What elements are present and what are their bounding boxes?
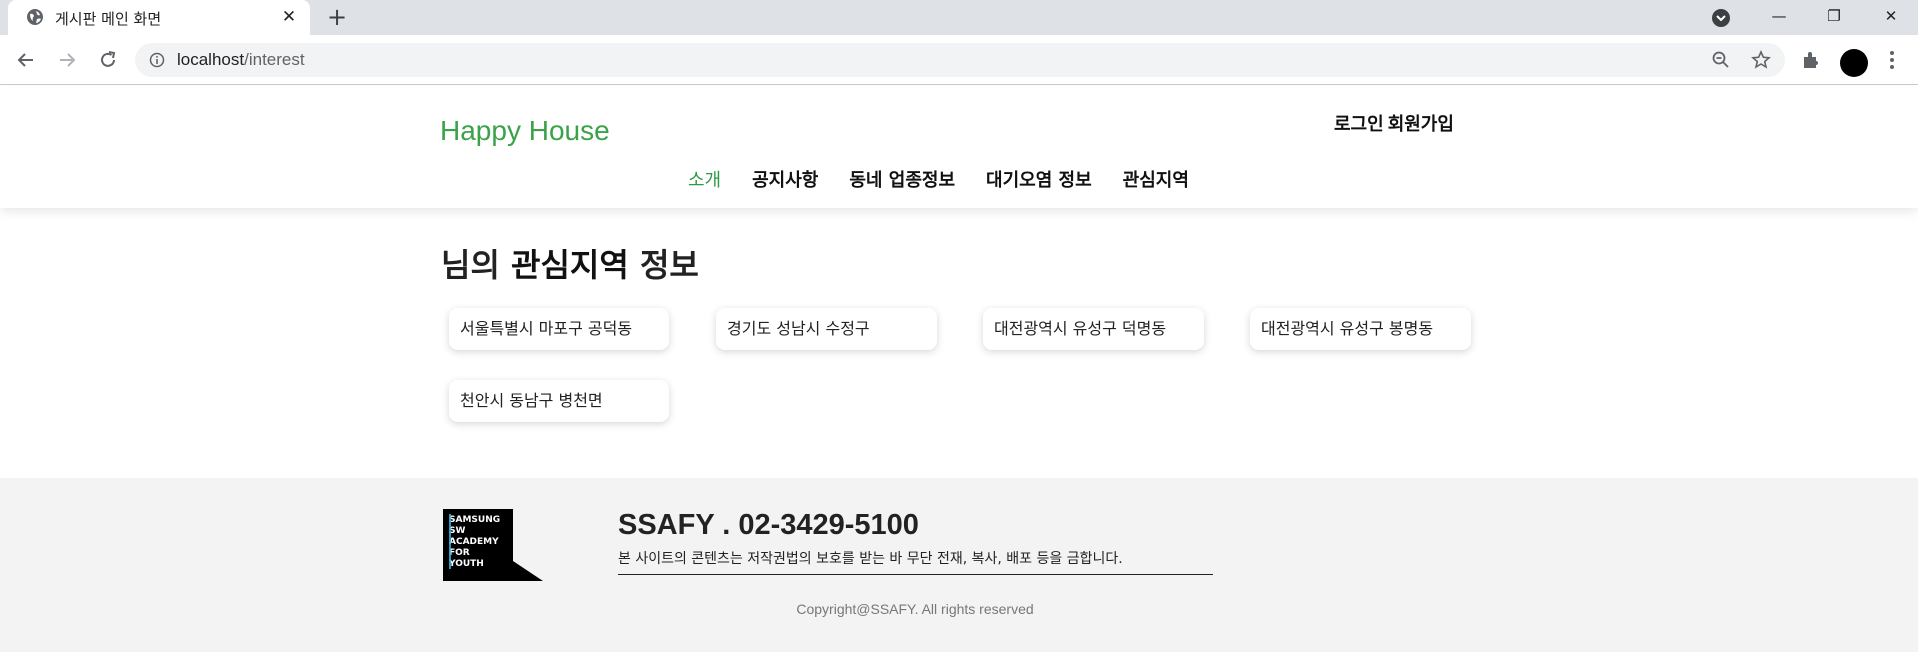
reload-icon[interactable] xyxy=(96,48,120,72)
url-text[interactable]: localhost/interest xyxy=(177,50,305,70)
region-card[interactable]: 천안시 동남구 병천면 xyxy=(449,380,669,422)
site-footer: SAMSUNG SW ACADEMY FOR YOUTH SSAFY . 02-… xyxy=(0,478,1918,652)
logo-line: FOR xyxy=(449,548,470,558)
site-logo[interactable]: Happy House xyxy=(440,115,610,147)
url-host: localhost xyxy=(177,50,245,69)
more-menu-icon[interactable] xyxy=(1880,48,1904,72)
footer-phone: SSAFY . 02-3429-5100 xyxy=(618,509,919,541)
address-bar[interactable]: localhost/interest xyxy=(135,43,1785,77)
info-icon[interactable] xyxy=(149,52,165,68)
region-card[interactable]: 대전광역시 유성구 덕명동 xyxy=(983,308,1204,350)
ssafy-logo: SAMSUNG SW ACADEMY FOR YOUTH xyxy=(443,509,543,581)
url-path: /interest xyxy=(244,50,305,69)
footer-notice: 본 사이트의 콘텐츠는 저작권법의 보호를 받는 바 무단 전재, 복사, 배포… xyxy=(618,548,1213,575)
new-tab-button[interactable]: + xyxy=(326,5,348,29)
title-bold: 관심지역 xyxy=(511,246,629,284)
svg-text:YOUTH: YOUTH xyxy=(448,559,484,569)
maximize-button[interactable]: ❐ xyxy=(1811,4,1857,28)
zoom-icon[interactable] xyxy=(1711,50,1731,70)
title-suffix: 정보 xyxy=(639,246,699,284)
signup-link[interactable]: 회원가입 xyxy=(1388,114,1454,135)
login-link[interactable]: 로그인 xyxy=(1334,114,1384,135)
browser-tab[interactable]: 게시판 메인 화면 ✕ xyxy=(8,0,310,35)
nav-item-interest-area[interactable]: 관심지역 xyxy=(1123,166,1189,192)
nav-item-notice[interactable]: 공지사항 xyxy=(752,166,818,192)
nav-item-business-info[interactable]: 동네 업종정보 xyxy=(849,166,955,192)
logo-line: ACADEMY xyxy=(449,537,499,547)
tab-title: 게시판 메인 화면 xyxy=(55,10,162,28)
region-card[interactable]: 경기도 성남시 수정구 xyxy=(716,308,937,350)
profile-avatar[interactable] xyxy=(1840,49,1868,77)
tab-search-icon[interactable] xyxy=(1712,9,1730,27)
title-prefix: 님의 xyxy=(441,246,500,284)
auth-links: 로그인 회원가입 xyxy=(1334,110,1458,136)
region-card[interactable]: 서울특별시 마포구 공덕동 xyxy=(449,308,669,350)
browser-tabstrip: 게시판 메인 화면 ✕ + — ❐ ✕ xyxy=(0,0,1918,35)
logo-line: SAMSUNG xyxy=(449,515,500,525)
browser-toolbar: localhost/interest xyxy=(0,35,1918,85)
forward-arrow-icon[interactable] xyxy=(55,48,79,72)
main-nav: 소개 공지사항 동네 업종정보 대기오염 정보 관심지역 xyxy=(688,166,1189,192)
extensions-icon[interactable] xyxy=(1800,48,1824,72)
svg-text:ACADEMY: ACADEMY xyxy=(449,537,499,547)
svg-text:SW: SW xyxy=(449,526,465,536)
bookmark-star-icon[interactable] xyxy=(1751,50,1771,70)
close-tab-icon[interactable]: ✕ xyxy=(280,8,298,26)
logo-line: SW xyxy=(449,526,465,536)
site-header: Happy House 로그인 회원가입 소개 공지사항 동네 업종정보 대기오염… xyxy=(0,86,1918,208)
globe-icon xyxy=(27,9,43,25)
back-arrow-icon[interactable] xyxy=(14,48,38,72)
copyright: Copyright@SSAFY. All rights reserved xyxy=(796,601,1034,617)
page-title: 님의 관심지역 정보 xyxy=(441,240,699,286)
minimize-button[interactable]: — xyxy=(1756,4,1802,28)
region-card[interactable]: 대전광역시 유성구 봉명동 xyxy=(1250,308,1471,350)
svg-text:FOR: FOR xyxy=(449,548,470,558)
svg-text:SAMSUNG: SAMSUNG xyxy=(449,515,500,525)
logo-line: YOUTH xyxy=(448,559,484,569)
close-window-button[interactable]: ✕ xyxy=(1868,4,1914,28)
nav-item-intro[interactable]: 소개 xyxy=(688,166,721,192)
nav-item-air-pollution[interactable]: 대기오염 정보 xyxy=(986,166,1092,192)
